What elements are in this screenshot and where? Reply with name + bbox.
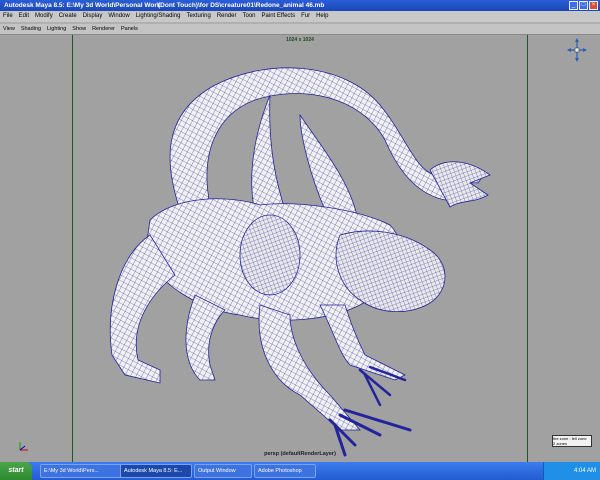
- app-title: Autodesk Maya 8.5: E:\My 3d World\Person…: [4, 2, 161, 9]
- panel-menu-panels[interactable]: Panels: [118, 24, 141, 34]
- close-icon[interactable]: ×: [589, 1, 598, 10]
- menu-toon[interactable]: Toon: [240, 11, 259, 22]
- taskbar: start E:\My 3d World\Pers... Autodesk Ma…: [0, 462, 600, 480]
- maximize-icon[interactable]: □: [579, 1, 588, 10]
- menu-help[interactable]: Help: [313, 11, 331, 22]
- menu-window[interactable]: Window: [105, 11, 132, 22]
- task-photoshop[interactable]: Adobe Photoshop: [254, 464, 316, 478]
- system-tray: 4:04 AM: [543, 462, 600, 480]
- clock: 4:04 AM: [573, 468, 596, 474]
- hud-corner-box: fire zone : fell zone 2 zones: [552, 435, 592, 447]
- window-controls: _ □ ×: [569, 1, 598, 10]
- menu-file[interactable]: File: [0, 11, 16, 22]
- main-menu: File Edit Modify Create Display Window L…: [0, 11, 600, 22]
- panel-menu-lighting[interactable]: Lighting: [44, 24, 69, 34]
- menu-display[interactable]: Display: [80, 11, 106, 22]
- perspective-viewport[interactable]: 1024 x 1024 fire zone: fell zone 2 zone…: [0, 35, 600, 462]
- menu-paint-effects[interactable]: Paint Effects: [259, 11, 299, 22]
- menu-fur[interactable]: Fur: [298, 11, 313, 22]
- menu-edit[interactable]: Edit: [16, 11, 32, 22]
- menu-texturing[interactable]: Texturing: [183, 11, 213, 22]
- task-output-window[interactable]: Output Window: [194, 464, 252, 478]
- minimize-icon[interactable]: _: [569, 1, 578, 10]
- menu-lighting-shading[interactable]: Lighting/Shading: [133, 11, 184, 22]
- panel-menu-renderer[interactable]: Renderer: [89, 24, 118, 34]
- task-maya[interactable]: Autodesk Maya 8.5: E...: [120, 464, 192, 478]
- camera-label: persp (defaultRenderLayer): [264, 451, 336, 457]
- panel-menu-show[interactable]: Show: [69, 24, 89, 34]
- panel-menu-shading[interactable]: Shading: [18, 24, 44, 34]
- panel-menu: View Shading Lighting Show Renderer Pane…: [0, 24, 600, 35]
- menu-create[interactable]: Create: [56, 11, 80, 22]
- start-button[interactable]: start: [0, 462, 32, 480]
- title-bar: Autodesk Maya 8.5: E:\My 3d World\Person…: [0, 0, 600, 11]
- panel-menu-view[interactable]: View: [0, 24, 18, 34]
- menu-render[interactable]: Render: [214, 11, 240, 22]
- creature-wireframe-model[interactable]: [0, 35, 600, 462]
- document-path: (Dont Touch)\for DS\creature01\Redone_an…: [158, 2, 325, 9]
- hud-corner-line-2: 2 zones: [553, 441, 568, 446]
- menu-modify[interactable]: Modify: [32, 11, 56, 22]
